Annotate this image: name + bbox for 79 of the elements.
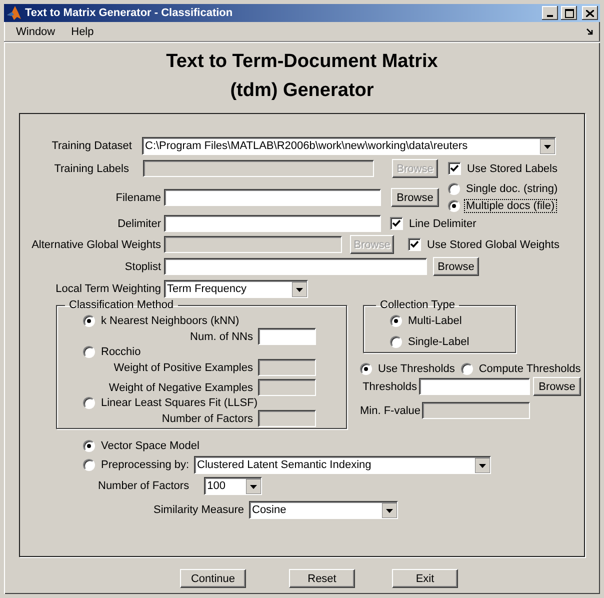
dropdown-arrow-icon[interactable] — [292, 282, 307, 296]
field-label: Number of Factors — [98, 480, 190, 492]
field-label: Min. F-value — [360, 404, 420, 416]
radio-button[interactable] — [390, 315, 402, 327]
dropdown-arrow-icon[interactable] — [540, 138, 555, 154]
dropdown[interactable]: 100 — [204, 477, 262, 495]
group-title: Classification Method — [68, 299, 175, 311]
checkbox-label: Use Stored Labels — [466, 162, 558, 176]
window-title: Text to Matrix Generator - Classification — [25, 7, 234, 19]
field-label: Weight of Negative Examples — [108, 382, 253, 394]
browse-button[interactable]: Browse — [533, 377, 581, 396]
input-field[interactable] — [258, 328, 316, 345]
menu-item[interactable]: Help — [65, 24, 100, 40]
field-label: Stoplist — [124, 260, 161, 272]
radio-label: k Nearest Neighboors (kNN) — [100, 314, 240, 328]
action-button[interactable]: Exit — [392, 569, 458, 588]
menu-item[interactable]: Window — [10, 24, 62, 40]
field-label: Filename — [114, 192, 161, 204]
field-label: Weight of Positive Examples — [112, 362, 253, 374]
radio-label: Vector Space Model — [100, 439, 200, 453]
checkmark-icon — [410, 240, 419, 249]
close-button[interactable] — [582, 6, 598, 20]
dock-arrow-icon[interactable] — [586, 28, 594, 36]
field-label: Similarity Measure — [152, 504, 244, 516]
field-label: Number of Factors — [160, 412, 253, 424]
group-title: Collection Type — [379, 299, 456, 311]
radio-label: Single-Label — [407, 335, 470, 349]
radio-button[interactable] — [460, 363, 473, 375]
field-label: Alternative Global Weights — [30, 238, 161, 250]
field-label: Num. of NNs — [189, 330, 253, 342]
radio-label: Multi-Label — [407, 314, 463, 328]
radio-button[interactable] — [83, 459, 95, 471]
radio-button[interactable] — [448, 200, 460, 212]
checkbox[interactable] — [390, 217, 403, 230]
app-logo-icon — [6, 5, 22, 21]
radio-label: Preprocessing by: — [100, 458, 190, 472]
dropdown-arrow-icon[interactable] — [246, 478, 262, 494]
dropdown[interactable]: Clustered Latent Semantic Indexing — [194, 456, 491, 474]
minimize-button[interactable] — [542, 6, 558, 20]
radio-label: Single doc. (string) — [465, 182, 559, 196]
checkmark-icon — [450, 164, 459, 173]
heading: (tdm) Generator — [230, 79, 374, 103]
field-label: Delimiter — [116, 218, 161, 230]
radio-label: Compute Thresholds — [478, 362, 582, 376]
dropdown[interactable]: Cosine — [249, 501, 398, 519]
radio-button[interactable] — [83, 315, 95, 327]
input-field[interactable] — [164, 189, 381, 206]
radio-button[interactable] — [83, 440, 95, 452]
browse-button[interactable]: Browse — [433, 257, 479, 276]
radio-button[interactable] — [360, 363, 372, 375]
close-icon — [586, 10, 594, 16]
input-field[interactable] — [164, 215, 381, 232]
radio-button[interactable] — [83, 346, 95, 358]
input-field[interactable] — [419, 378, 530, 395]
dropdown[interactable]: Term Frequency — [164, 280, 308, 298]
browse-button[interactable]: Browse — [391, 188, 439, 207]
radio-label: Rocchio — [100, 345, 142, 359]
radio-button[interactable] — [448, 183, 460, 195]
action-button[interactable]: Reset — [289, 569, 355, 588]
field-label: Training Dataset — [50, 140, 132, 152]
field-label: Training Labels — [53, 162, 129, 174]
radio-button[interactable] — [390, 336, 402, 348]
checkmark-icon — [392, 219, 401, 228]
radio-label: Use Thresholds — [377, 362, 456, 376]
action-button[interactable]: Continue — [180, 569, 246, 588]
radio-label: Multiple docs (file) — [464, 199, 557, 213]
field-label: Thresholds — [362, 380, 417, 392]
maximize-button[interactable] — [561, 6, 577, 20]
dropdown[interactable]: C:\Program Files\MATLAB\R2006b\work\new\working\data\reuters — [142, 137, 556, 155]
heading: Text to Term-Document Matrix — [166, 50, 438, 74]
checkbox-label: Use Stored Global Weights — [426, 238, 560, 252]
radio-label: Linear Least Squares Fit (LLSF) — [100, 396, 259, 410]
dropdown-arrow-icon[interactable] — [382, 502, 397, 518]
maximize-icon — [564, 8, 574, 18]
radio-button[interactable] — [83, 397, 95, 409]
field-label: Local Term Weighting — [54, 283, 161, 295]
input-field[interactable] — [164, 258, 427, 275]
dropdown-arrow-icon[interactable] — [475, 458, 490, 472]
checkbox-label: Line Delimiter — [408, 216, 478, 230]
